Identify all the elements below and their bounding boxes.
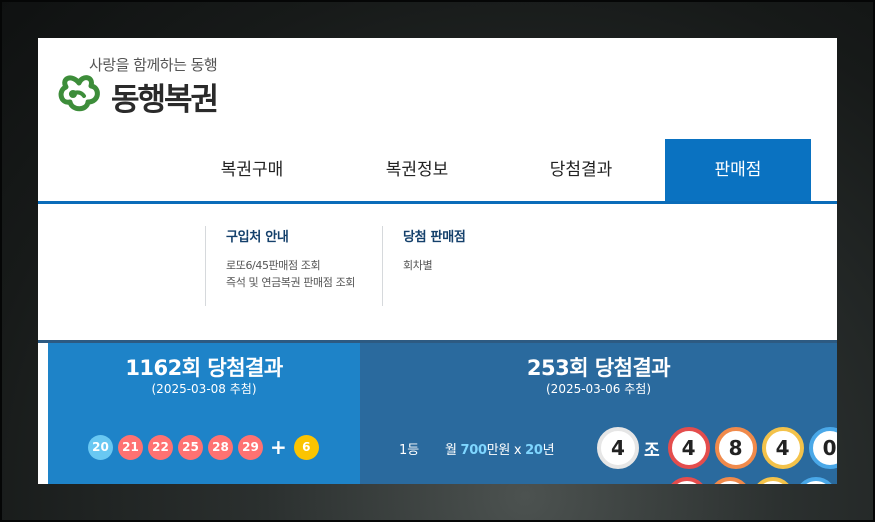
nav-item-lottery-info[interactable]: 복권정보 bbox=[344, 139, 490, 201]
pension-digit-ball: 8 bbox=[714, 427, 757, 469]
lotto-bonus-ball: 6 bbox=[293, 434, 319, 460]
logo-slogan: 사랑을 함께하는 동행 bbox=[89, 56, 218, 74]
submenu-column-where-to-buy: 구입처 안내 로또6/45판매점 조회 즉석 및 연금복권 판매점 조회 bbox=[205, 226, 366, 306]
site-header: 사랑을 함께하는 동행 동행복권 bbox=[38, 38, 837, 140]
pension-draw-date: (2025-03-06 추첨) bbox=[546, 382, 651, 396]
plus-icon: + bbox=[270, 435, 287, 459]
lotto-number-balls: 20 21 22 25 28 29 + 6 bbox=[88, 434, 324, 460]
submenu-column-winning-retailers: 당첨 판매점 회차별 bbox=[382, 226, 543, 306]
lotto-draw-date: (2025-03-08 추첨) bbox=[151, 382, 257, 396]
lotto-ball: 20 bbox=[88, 434, 113, 460]
pension-digit-ball: 4 bbox=[761, 427, 804, 469]
submenu-title-where-to-buy[interactable]: 구입처 안내 bbox=[226, 226, 366, 245]
lotto-ball: 22 bbox=[148, 434, 173, 460]
pension-digit-ball-peek bbox=[795, 477, 837, 484]
pension-results-panel[interactable]: 253회 당첨결과 (2025-03-06 추첨) 1등 월 700만원 x 2… bbox=[360, 343, 837, 484]
pension-digit-ball-peek bbox=[752, 477, 794, 484]
lotto-ball: 25 bbox=[178, 434, 203, 460]
logo-brand-name[interactable]: 동행복권 bbox=[111, 74, 219, 119]
browser-viewport: 사랑을 함께하는 동행 동행복권 복권구매 복권정보 당첨결과 판매점 구입처 … bbox=[38, 38, 837, 484]
pension-rank-label: 1등 bbox=[399, 443, 420, 458]
prize-unit: 만원 x bbox=[486, 443, 526, 458]
pension-prize-text: 월 700만원 x 20년 bbox=[445, 439, 555, 458]
nav-item-retailers[interactable]: 판매점 bbox=[665, 139, 811, 201]
nav-item-winning-results[interactable]: 당첨결과 bbox=[508, 139, 654, 201]
prize-prefix: 월 bbox=[445, 443, 461, 458]
prize-years: 20 bbox=[525, 443, 543, 458]
retailers-submenu: 구입처 안내 로또6/45판매점 조회 즉석 및 연금복권 판매점 조회 당첨 … bbox=[38, 204, 837, 343]
nav-item-buy-lottery[interactable]: 복권구매 bbox=[179, 139, 325, 201]
lotto-results-panel[interactable]: 1162회 당첨결과 (2025-03-08 추첨) 20 21 22 25 2… bbox=[48, 343, 360, 484]
submenu-link-by-round[interactable]: 회차별 bbox=[403, 259, 543, 273]
pension-digit-ball-peek bbox=[709, 477, 751, 484]
main-navigation: 복권구매 복권정보 당첨결과 판매점 bbox=[38, 139, 837, 204]
lotto-round-title: 1162회 당첨결과 bbox=[125, 356, 283, 380]
pension-group-suffix: 조 bbox=[644, 440, 660, 461]
pension-digit-ball: 0 bbox=[808, 427, 837, 469]
submenu-link-lotto-retailer-search[interactable]: 로또6/45판매점 조회 bbox=[226, 259, 366, 273]
pension-digit-ball-peek bbox=[666, 477, 708, 484]
pension-group-ball: 4 bbox=[597, 427, 639, 469]
pension-digit-ball: 4 bbox=[667, 427, 710, 469]
prize-suffix: 년 bbox=[542, 443, 555, 458]
submenu-title-winning-retailers[interactable]: 당첨 판매점 bbox=[403, 226, 543, 245]
prize-amount: 700 bbox=[460, 443, 488, 458]
clover-logo-icon[interactable] bbox=[58, 74, 102, 112]
pension-number-balls: 4 조 4 8 4 0 bbox=[597, 427, 837, 469]
pension-round-title: 253회 당첨결과 bbox=[526, 356, 671, 380]
lotto-ball: 28 bbox=[208, 434, 233, 460]
lotto-ball: 21 bbox=[118, 434, 143, 460]
submenu-link-instant-pension-retailer-search[interactable]: 즉석 및 연금복권 판매점 조회 bbox=[226, 276, 366, 290]
lotto-ball: 29 bbox=[238, 434, 263, 460]
